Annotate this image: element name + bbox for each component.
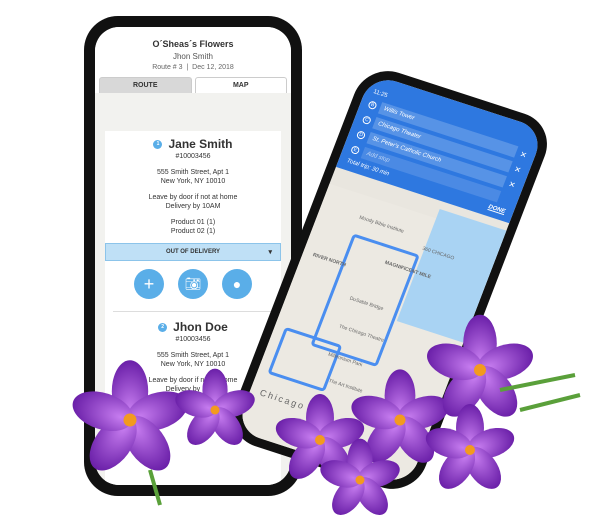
crocus-flowers-decoration: [67, 314, 581, 519]
flower-icon: [171, 368, 259, 451]
flower-icon: [67, 360, 193, 480]
